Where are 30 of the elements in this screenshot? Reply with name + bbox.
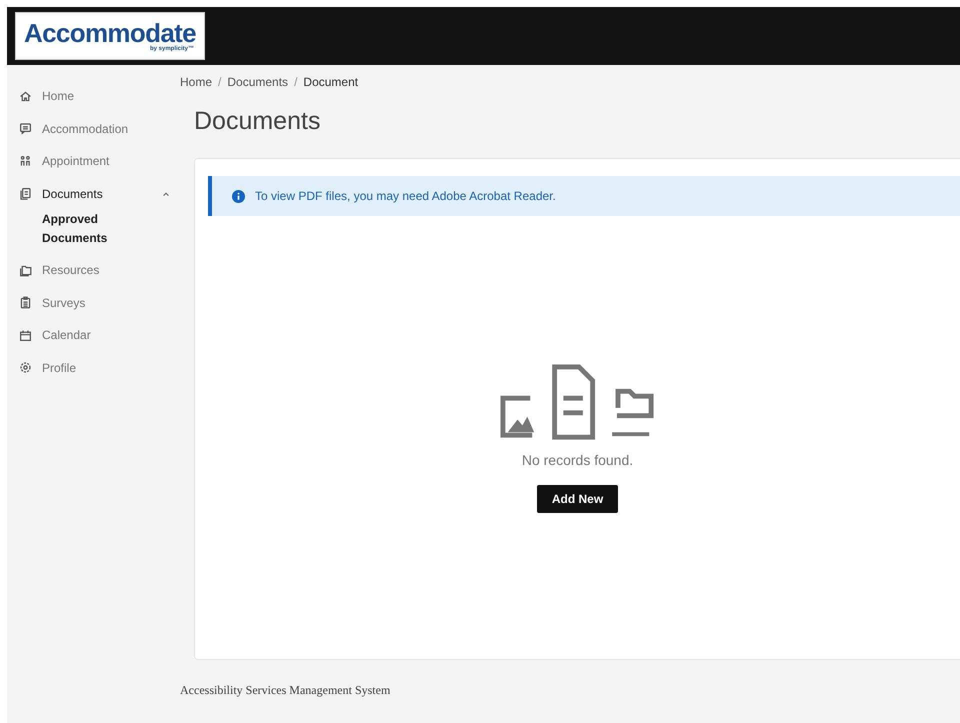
breadcrumb-separator: /	[218, 74, 222, 91]
people-icon	[19, 154, 32, 168]
sidebar-item[interactable]: Home	[19, 80, 180, 112]
sidebar-item[interactable]: Resources	[19, 254, 180, 286]
info-icon	[232, 190, 245, 202]
clipboard-icon	[19, 296, 32, 310]
breadcrumb-current: Document	[303, 74, 358, 91]
sidebar-subitem[interactable]: Approved Documents	[19, 210, 129, 254]
add-new-button[interactable]: Add New	[536, 485, 618, 513]
folder-icon	[19, 264, 32, 277]
breadcrumb-separator: /	[294, 74, 298, 91]
sidebar-item[interactable]: Profile	[19, 352, 180, 384]
sidebar-item[interactable]: Calendar	[19, 319, 180, 352]
footer-text: Accessibility Services Management System	[180, 682, 392, 699]
calendar-icon	[19, 328, 32, 342]
chat-icon	[19, 122, 32, 136]
sidebar-item[interactable]: Documents	[19, 178, 180, 210]
empty-message: No records found.	[522, 451, 634, 470]
caret-icon[interactable]	[162, 190, 170, 198]
page-title: Documents	[194, 106, 322, 137]
alert-text: To view PDF files, you may need Adobe Acrobat Reader.	[255, 188, 556, 205]
gear-icon	[19, 361, 32, 374]
logo-name: Accommodate	[24, 20, 196, 46]
breadcrumb-link[interactable]: Documents	[227, 73, 288, 91]
home-icon	[19, 90, 32, 103]
document-icon	[19, 187, 32, 200]
sidebar-item[interactable]: Appointment	[19, 145, 180, 178]
sidebar-item[interactable]: Surveys	[19, 286, 180, 319]
sidebar-item[interactable]: Accommodation	[19, 112, 180, 145]
breadcrumb-link[interactable]: Home	[180, 73, 212, 91]
